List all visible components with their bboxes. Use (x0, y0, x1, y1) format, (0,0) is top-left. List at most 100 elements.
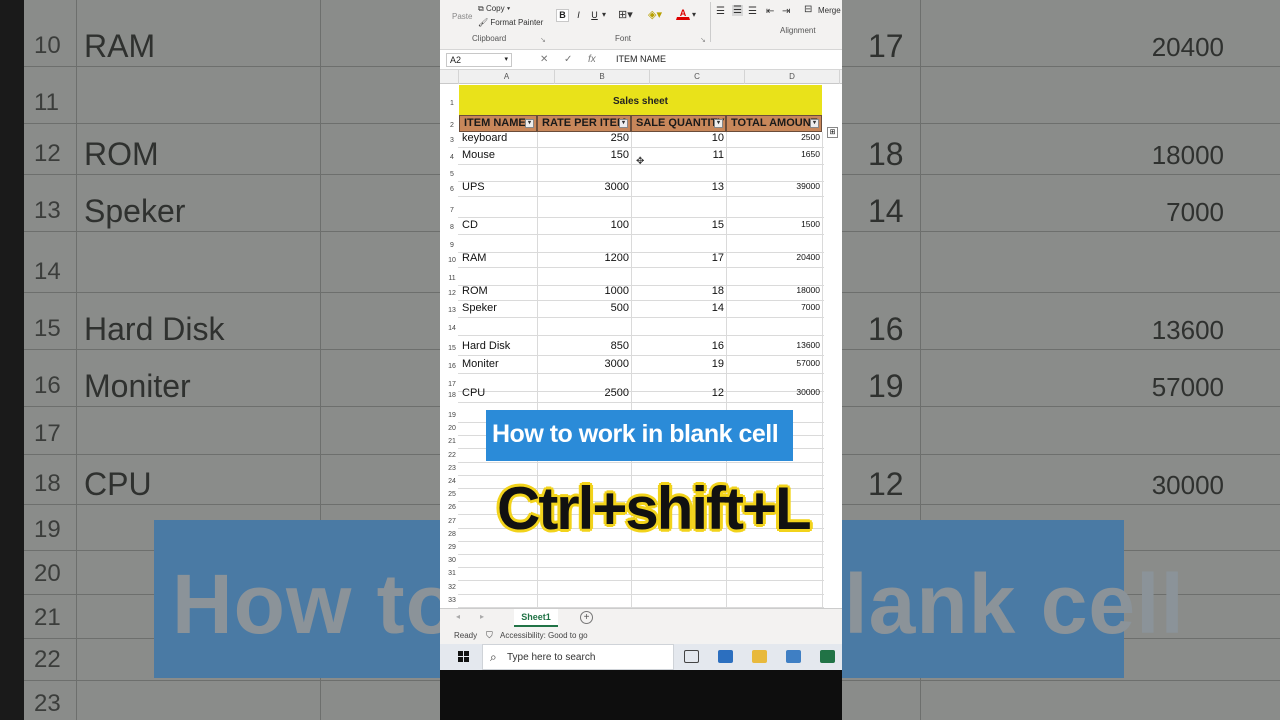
row-header[interactable]: 1 (444, 100, 460, 107)
row-header[interactable]: 3 (444, 137, 460, 144)
row-header[interactable]: 29 (444, 544, 460, 551)
accessibility-status[interactable]: Accessibility: Good to go (500, 631, 588, 640)
excel-icon[interactable] (820, 650, 835, 663)
cell-total[interactable]: 1500 (726, 219, 820, 229)
cell-item-name[interactable]: CD (462, 219, 536, 231)
cell-quantity[interactable]: 12 (631, 387, 724, 399)
row-header[interactable]: 4 (444, 154, 460, 161)
cell-item-name[interactable]: CPU (462, 387, 536, 399)
cell-quantity[interactable]: 14 (631, 302, 724, 314)
column-header-c[interactable]: C (650, 70, 745, 84)
row-header[interactable]: 8 (444, 224, 460, 231)
align-left-icon[interactable]: ☰ (716, 6, 725, 17)
formula-input[interactable]: ITEM NAME (616, 54, 666, 64)
dialog-launcher-icon[interactable]: ↘ (540, 36, 546, 44)
cell-item-name[interactable]: RAM (462, 252, 536, 264)
cell-item-name[interactable]: Hard Disk (462, 340, 536, 352)
cell-total[interactable]: 30000 (726, 387, 820, 397)
row-header[interactable]: 24 (444, 478, 460, 485)
borders-icon[interactable]: ⊞▾ (618, 8, 633, 21)
format-painter-button[interactable]: 🖌 Format Painter (478, 18, 543, 27)
enter-icon[interactable]: ✓ (564, 54, 572, 65)
cell-total[interactable]: 7000 (726, 302, 820, 312)
underline-dropdown-icon[interactable]: ▾ (602, 10, 606, 19)
fill-color-icon[interactable]: ◈▾ (648, 8, 662, 21)
column-header-a[interactable]: A (459, 70, 555, 84)
cell-rate[interactable]: 3000 (537, 358, 629, 370)
align-right-icon[interactable]: ☰ (748, 6, 757, 17)
row-header[interactable]: 25 (444, 491, 460, 498)
name-box-dropdown-icon[interactable]: ▾ (504, 54, 508, 66)
cell-quantity[interactable]: 15 (631, 219, 724, 231)
header-item-name[interactable]: ITEM NAME ▾ (459, 115, 537, 132)
italic-button[interactable]: I (572, 9, 585, 22)
cell-item-name[interactable]: UPS (462, 181, 536, 193)
cell-rate[interactable]: 2500 (537, 387, 629, 399)
add-sheet-icon[interactable]: + (580, 611, 593, 624)
row-header[interactable]: 22 (444, 452, 460, 459)
copy-button[interactable]: ⧉ Copy ▾ (478, 4, 510, 14)
store-icon[interactable] (718, 650, 733, 663)
row-header[interactable]: 19 (444, 412, 460, 419)
row-header[interactable]: 16 (444, 363, 460, 370)
cell-quantity[interactable]: 19 (631, 358, 724, 370)
row-header[interactable]: 12 (444, 290, 460, 297)
filter-dropdown-icon[interactable]: ▾ (810, 119, 819, 128)
header-total-amount[interactable]: TOTAL AMOUNT ▾ (726, 115, 822, 132)
cell-quantity[interactable]: 16 (631, 340, 724, 352)
row-header[interactable]: 6 (444, 186, 460, 193)
row-header[interactable]: 2 (444, 122, 460, 129)
row-header[interactable]: 21 (444, 438, 460, 445)
header-sale-quantity[interactable]: SALE QUANTITY ▾ (631, 115, 726, 132)
cell-item-name[interactable]: ROM (462, 285, 536, 297)
select-all-corner[interactable] (440, 70, 459, 84)
row-header[interactable]: 10 (444, 257, 460, 264)
filter-dropdown-icon[interactable]: ▾ (619, 119, 628, 128)
font-dialog-launcher-icon[interactable]: ↘ (700, 36, 706, 44)
header-rate-per-item[interactable]: RATE PER ITEM ▾ (537, 115, 631, 132)
row-header[interactable]: 14 (444, 325, 460, 332)
windows-start-icon[interactable] (458, 651, 470, 663)
merge-icon[interactable]: ⊟ (804, 4, 812, 15)
cell-quantity[interactable]: 17 (631, 252, 724, 264)
row-header[interactable]: 32 (444, 584, 460, 591)
file-explorer-icon[interactable] (752, 650, 767, 663)
cell-total[interactable]: 39000 (726, 181, 820, 191)
merge-button[interactable]: Merge (818, 6, 841, 15)
sheet-tab-sheet1[interactable]: Sheet1 (514, 609, 558, 627)
row-header[interactable]: 5 (444, 171, 460, 178)
task-view-icon[interactable] (684, 650, 699, 663)
increase-indent-icon[interactable]: ⇥ (782, 6, 790, 17)
cell-rate[interactable]: 1200 (537, 252, 629, 264)
mail-icon[interactable] (786, 650, 801, 663)
cell-total[interactable]: 57000 (726, 358, 820, 368)
align-center-icon[interactable]: ☰ (732, 5, 743, 16)
cell-rate[interactable]: 500 (537, 302, 629, 314)
cell-total[interactable]: 13600 (726, 340, 820, 350)
function-icon[interactable]: fx (588, 54, 596, 65)
next-sheet-icon[interactable]: ▸ (480, 612, 484, 621)
quick-analysis-icon[interactable]: ⊞ (827, 127, 838, 138)
filter-dropdown-icon[interactable]: ▾ (525, 119, 534, 128)
cell-item-name[interactable]: keyboard (462, 132, 536, 144)
row-header[interactable]: 31 (444, 570, 460, 577)
row-header[interactable]: 28 (444, 531, 460, 538)
cell-total[interactable]: 2500 (726, 132, 820, 142)
decrease-indent-icon[interactable]: ⇤ (766, 6, 774, 17)
row-header[interactable]: 20 (444, 425, 460, 432)
cell-rate[interactable]: 100 (537, 219, 629, 231)
cell-rate[interactable]: 850 (537, 340, 629, 352)
cell-item-name[interactable]: Mouse (462, 149, 536, 161)
cell-quantity[interactable]: 13 (631, 181, 724, 193)
row-header[interactable]: 18 (444, 392, 460, 399)
column-header-b[interactable]: B (555, 70, 650, 84)
row-header[interactable]: 17 (444, 381, 460, 388)
row-header[interactable]: 33 (444, 597, 460, 604)
bold-button[interactable]: B (556, 9, 569, 22)
column-header-d[interactable]: D (745, 70, 840, 84)
cell-total[interactable]: 1650 (726, 149, 820, 159)
filter-dropdown-icon[interactable]: ▾ (714, 119, 723, 128)
cell-rate[interactable]: 150 (537, 149, 629, 161)
cell-rate[interactable]: 3000 (537, 181, 629, 193)
prev-sheet-icon[interactable]: ◂ (456, 612, 460, 621)
